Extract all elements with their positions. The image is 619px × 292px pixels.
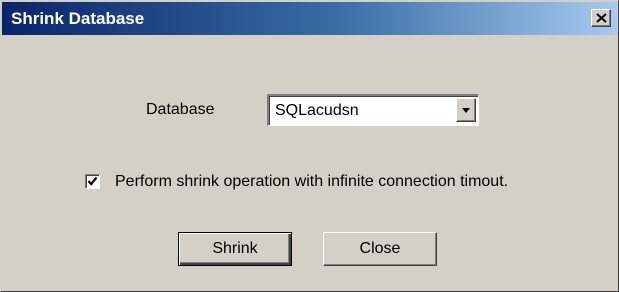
window-title: Shrink Database [11, 9, 145, 28]
shrink-button[interactable]: Shrink [178, 232, 292, 266]
database-selected-value: SQLacudsn [275, 102, 359, 119]
checkmark-icon [87, 176, 98, 186]
database-dropdown[interactable]: SQLacudsn [267, 94, 479, 126]
title-bar[interactable]: Shrink Database [2, 2, 617, 35]
infinite-timeout-label[interactable]: Perform shrink operation with infinite c… [115, 172, 508, 192]
close-x-icon [596, 13, 607, 23]
infinite-timeout-checkbox[interactable] [85, 174, 100, 189]
database-label: Database [146, 101, 215, 118]
chevron-down-icon [462, 108, 470, 113]
shrink-database-dialog: Shrink Database Database SQLacudsn Perfo… [0, 0, 619, 292]
close-window-button[interactable] [591, 9, 611, 27]
close-button[interactable]: Close [323, 232, 437, 266]
dropdown-arrow-button[interactable] [456, 98, 476, 122]
